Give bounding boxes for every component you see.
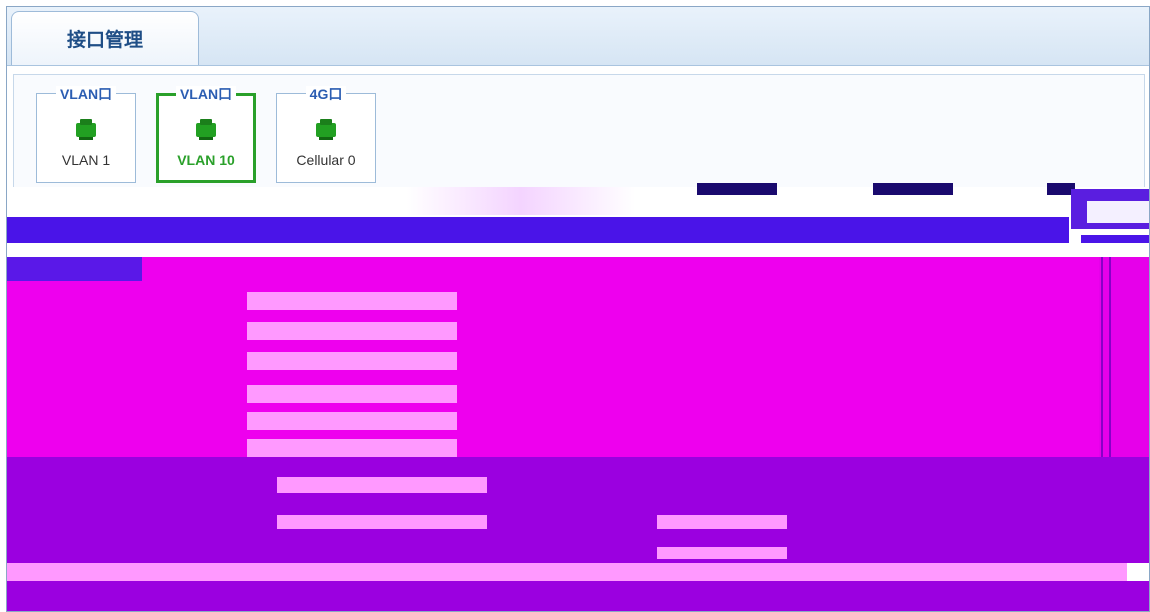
glitch-band <box>7 187 1149 215</box>
glitch-field <box>247 352 457 370</box>
glitch-area <box>7 257 1149 457</box>
interface-management-window: 接口管理 VLAN口 VLAN 1 VLAN口 VLAN 10 4G口 Cell… <box>6 6 1150 612</box>
port-name: VLAN 1 <box>61 152 111 168</box>
port-vlan-10[interactable]: VLAN口 VLAN 10 <box>156 86 256 183</box>
glitch-block <box>1099 257 1149 457</box>
port-group-label: VLAN口 <box>175 86 237 102</box>
glitch-field <box>247 385 457 403</box>
glitch-bar <box>7 217 1069 243</box>
glitch-block <box>1087 201 1149 223</box>
port-group-label: 4G口 <box>305 86 347 102</box>
glitch-band <box>7 563 1127 581</box>
ethernet-port-icon <box>76 119 96 140</box>
port-name: VLAN 10 <box>177 152 235 168</box>
glitch-field <box>247 292 457 310</box>
port-cellular-0[interactable]: 4G口 Cellular 0 <box>276 86 376 183</box>
ethernet-port-icon <box>316 119 336 140</box>
port-name: Cellular 0 <box>296 152 356 168</box>
glitch-field <box>277 515 487 529</box>
glitch-area <box>7 581 1149 611</box>
tab-bar: 接口管理 <box>7 7 1149 66</box>
glitch-area <box>7 457 1149 563</box>
glitch-field <box>247 322 457 340</box>
ethernet-port-icon <box>196 119 216 140</box>
glitch-field <box>247 439 457 457</box>
glitch-field <box>657 515 787 529</box>
glitch-block <box>697 183 777 195</box>
glitch-field <box>247 412 457 430</box>
glitch-field <box>657 547 787 559</box>
glitch-gap <box>7 243 1149 257</box>
glitch-bar <box>7 257 142 281</box>
glitch-line <box>1101 257 1103 457</box>
tab-interface-management[interactable]: 接口管理 <box>11 11 199 65</box>
port-group-label: VLAN口 <box>55 86 117 102</box>
port-vlan-1[interactable]: VLAN口 VLAN 1 <box>36 86 136 183</box>
glitch-block <box>873 183 953 195</box>
glitch-field <box>277 477 487 493</box>
glitch-line <box>1109 257 1111 457</box>
